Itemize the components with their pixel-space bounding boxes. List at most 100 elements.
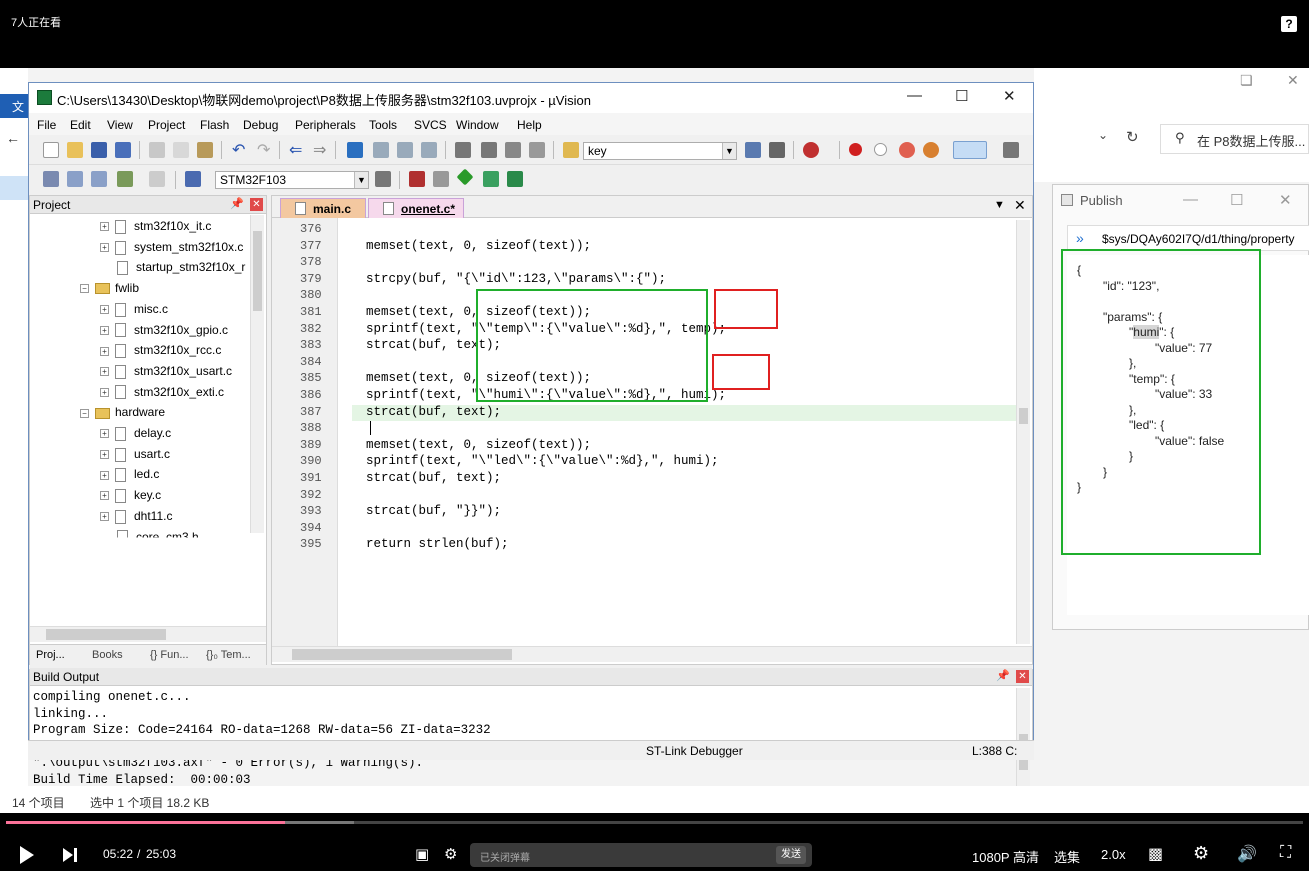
expand-icon[interactable]: +	[100, 470, 109, 480]
tree-file[interactable]: core_cm3.h	[100, 527, 199, 538]
menu-window[interactable]: Window	[456, 118, 499, 132]
chevron-down-icon[interactable]: ⌄	[1098, 128, 1108, 142]
settings-gear-icon[interactable]: ⚙	[1193, 843, 1209, 864]
tree-file[interactable]: + delay.c	[100, 423, 171, 443]
configure-icon[interactable]	[1003, 142, 1019, 158]
tab-list-chevron-icon[interactable]: ▼	[994, 199, 1005, 211]
menu-project[interactable]: Project	[148, 118, 185, 132]
refresh-icon[interactable]: ↻	[1126, 128, 1139, 146]
comment-icon[interactable]	[505, 142, 521, 158]
incremental-find-icon[interactable]	[769, 142, 785, 158]
copy-icon[interactable]	[173, 142, 189, 158]
open-file-icon[interactable]	[67, 142, 83, 158]
bookmark-prev-icon[interactable]	[373, 142, 389, 158]
expand-icon[interactable]: +	[100, 346, 109, 356]
close-tab-icon[interactable]: ✕	[1014, 197, 1026, 214]
find-in-files-icon[interactable]	[563, 142, 579, 158]
download-icon[interactable]	[185, 171, 201, 187]
rebuild-icon[interactable]	[91, 171, 107, 187]
scroll-thumb[interactable]	[46, 629, 166, 640]
menu-flash[interactable]: Flash	[200, 118, 229, 132]
tree-file[interactable]: + led.c	[100, 464, 159, 484]
tree-file[interactable]: + usart.c	[100, 444, 170, 464]
danmu-input[interactable]: 已关闭弹幕 发送	[470, 843, 812, 867]
episodes-button[interactable]: 选集	[1054, 847, 1080, 866]
tab-project[interactable]: Proj...	[36, 649, 65, 661]
tree-folder[interactable]: − fwlib	[80, 278, 139, 298]
tree-file[interactable]: + stm32f10x_gpio.c	[100, 320, 228, 340]
target-options-icon[interactable]	[375, 171, 391, 187]
undo-icon[interactable]: ↶	[232, 140, 245, 160]
breakpoint-clear-icon[interactable]	[899, 142, 915, 158]
manage-project-icon[interactable]	[409, 171, 425, 187]
editor-vscrollbar[interactable]	[1016, 220, 1030, 644]
tab-templates[interactable]: {}₀ Tem...	[206, 649, 251, 661]
menu-view[interactable]: View	[107, 118, 133, 132]
breakpoint-icon[interactable]	[849, 143, 862, 156]
tab-functions[interactable]: {} Fun...	[150, 649, 189, 661]
next-icon[interactable]	[63, 848, 73, 862]
chevron-down-icon[interactable]: ▼	[354, 172, 368, 188]
indent-icon[interactable]	[455, 142, 471, 158]
tree-file[interactable]: + stm32f10x_rcc.c	[100, 340, 221, 360]
minimize-icon[interactable]: —	[907, 87, 922, 104]
save-all-icon[interactable]	[115, 142, 131, 158]
debug-session-icon[interactable]	[803, 142, 819, 158]
tree-file[interactable]: + system_stm32f10x.c	[100, 237, 243, 257]
minimize-icon[interactable]: —	[1183, 191, 1198, 208]
expand-icon[interactable]: +	[100, 325, 109, 335]
expand-icon[interactable]: +	[100, 387, 109, 397]
close-icon[interactable]: ✕	[1279, 191, 1292, 209]
pack-installer-icon[interactable]	[456, 168, 474, 186]
tree-file[interactable]: + stm32f10x_usart.c	[100, 361, 232, 381]
maximize-icon[interactable]: ☐	[955, 87, 968, 105]
expand-icon[interactable]: +	[100, 222, 109, 232]
close-icon[interactable]: ✕	[1016, 670, 1029, 683]
find-combo[interactable]: key ▼	[583, 142, 737, 160]
send-button[interactable]: 发送	[776, 846, 806, 864]
menu-debug[interactable]: Debug	[243, 118, 278, 132]
tab-onenet-c[interactable]: onenet.c*	[368, 198, 464, 218]
expand-icon[interactable]: +	[100, 429, 109, 439]
find-icon[interactable]	[745, 142, 761, 158]
menu-tools[interactable]: Tools	[369, 118, 397, 132]
manage-rte-icon[interactable]	[507, 171, 523, 187]
explorer-close-icon[interactable]: ✕	[1287, 72, 1299, 89]
expand-icon[interactable]: +	[100, 305, 109, 315]
bookmark-clear-icon[interactable]	[421, 142, 437, 158]
batch-build-icon[interactable]	[117, 171, 133, 187]
expand-icon[interactable]: +	[100, 491, 109, 501]
translate-icon[interactable]	[43, 171, 59, 187]
menu-svcs[interactable]: SVCS	[414, 118, 447, 132]
expand-icon[interactable]: +	[100, 243, 109, 253]
redo-icon[interactable]: ↷	[257, 140, 270, 160]
speed-button[interactable]: 2.0x	[1101, 847, 1126, 862]
tree-file[interactable]: + dht11.c	[100, 506, 172, 526]
menu-file[interactable]: File	[37, 118, 56, 132]
expand-icon[interactable]: +	[100, 512, 109, 522]
subtitle-off-icon[interactable]: ▩	[1148, 844, 1163, 864]
close-icon[interactable]: ✕	[1003, 87, 1016, 105]
scroll-thumb[interactable]	[292, 649, 512, 660]
danmu-settings-icon[interactable]: ⚙	[444, 845, 457, 863]
explorer-restore-icon[interactable]: ❏	[1240, 72, 1253, 89]
help-icon[interactable]: ?	[1281, 16, 1297, 32]
unindent-icon[interactable]	[481, 142, 497, 158]
publish-topic-field[interactable]: » $sys/DQAy602I7Q/d1/thing/property	[1067, 225, 1309, 251]
nav-forward-icon[interactable]: ⇒	[313, 140, 326, 160]
double-chevron-icon[interactable]: »	[1076, 230, 1084, 246]
tree-file[interactable]: + key.c	[100, 485, 161, 505]
quality-button[interactable]: 1080P 高清	[972, 847, 1039, 866]
maximize-icon[interactable]: ☐	[1230, 191, 1243, 209]
breakpoint-disable-icon[interactable]	[874, 143, 887, 156]
scroll-thumb[interactable]	[1019, 408, 1028, 424]
select-packs-icon[interactable]	[483, 171, 499, 187]
save-icon[interactable]	[91, 142, 107, 158]
tree-file[interactable]: + stm32f10x_exti.c	[100, 382, 224, 402]
menu-peripherals[interactable]: Peripherals	[295, 118, 356, 132]
tree-vscrollbar[interactable]	[250, 215, 264, 533]
file-extensions-icon[interactable]	[433, 171, 449, 187]
explorer-search-box[interactable]: ⚲ 在 P8数据上传服...	[1160, 124, 1309, 154]
tab-books[interactable]: Books	[92, 649, 123, 661]
editor-hscrollbar[interactable]	[272, 646, 1032, 662]
